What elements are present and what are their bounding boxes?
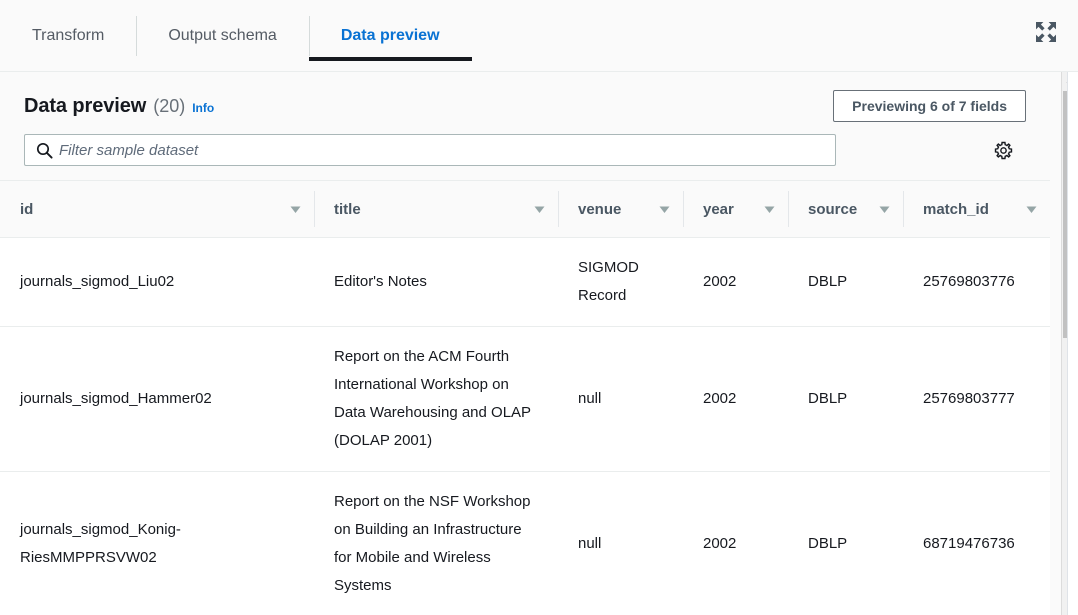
cell-venue: null [558, 472, 683, 615]
cell-title: Report on the ACM Fourth International W… [314, 327, 558, 472]
panel-right-edge [1067, 72, 1078, 615]
tab-transform[interactable]: Transform [0, 0, 136, 72]
preview-row-count: (20) [153, 96, 185, 117]
page-title-group: Data preview (20) Info [24, 95, 214, 118]
cell-source: DBLP [788, 472, 903, 615]
table-header: id title [0, 181, 1050, 238]
cell-venue: SIGMOD Record [558, 238, 683, 327]
preview-scroll-content: Data preview (20) Info Previewing 6 of 7… [0, 72, 1050, 615]
table-row[interactable]: journals_sigmod_Liu02 Editor's Notes SIG… [0, 238, 1050, 327]
filter-row [0, 122, 1050, 180]
column-header-title-label: title [334, 200, 361, 219]
table-row[interactable]: journals_sigmod_Konig-RiesMMPPRSVW02 Rep… [0, 472, 1050, 615]
info-link[interactable]: Info [192, 101, 214, 115]
table-row[interactable]: journals_sigmod_Hammer02 Report on the A… [0, 327, 1050, 472]
tab-bar: Transform Output schema Data preview [0, 0, 1078, 72]
tab-output-schema[interactable]: Output schema [136, 0, 309, 72]
cell-source: DBLP [788, 238, 903, 327]
gear-icon[interactable] [991, 138, 1015, 162]
column-header-title[interactable]: title [314, 181, 558, 238]
cell-match-id: 25769803777 [903, 327, 1050, 472]
search-input[interactable] [59, 135, 835, 165]
tab-data-preview[interactable]: Data preview [309, 0, 472, 72]
cell-year: 2002 [683, 238, 788, 327]
cell-id: journals_sigmod_Liu02 [0, 238, 314, 327]
sort-caret-down-icon[interactable] [533, 203, 546, 216]
cell-title: Report on the NSF Workshop on Building a… [314, 472, 558, 615]
sort-caret-down-icon[interactable] [289, 203, 302, 216]
column-header-match-id[interactable]: match_id [903, 181, 1050, 238]
column-header-id[interactable]: id [0, 181, 314, 238]
tab-list: Transform Output schema Data preview [0, 0, 472, 72]
page-title: Data preview [24, 95, 146, 118]
column-header-venue[interactable]: venue [558, 181, 683, 238]
search-icon [36, 142, 53, 159]
preview-panel-body: Data preview (20) Info Previewing 6 of 7… [0, 72, 1078, 615]
cell-source: DBLP [788, 327, 903, 472]
tab-data-preview-label: Data preview [341, 27, 440, 45]
cell-match-id: 68719476736 [903, 472, 1050, 615]
data-preview-table: id title [0, 180, 1050, 615]
cell-year: 2002 [683, 472, 788, 615]
cell-title: Editor's Notes [314, 238, 558, 327]
data-preview-panel: Transform Output schema Data preview [0, 0, 1078, 615]
data-table-wrap: id title [0, 180, 1050, 615]
column-header-match-id-label: match_id [923, 200, 989, 219]
cell-venue: null [558, 327, 683, 472]
table-body: journals_sigmod_Liu02 Editor's Notes SIG… [0, 238, 1050, 615]
sort-caret-down-icon[interactable] [763, 203, 776, 216]
preview-header-row: Data preview (20) Info Previewing 6 of 7… [0, 72, 1050, 122]
column-header-id-label: id [20, 200, 33, 219]
cell-id: journals_sigmod_Konig-RiesMMPPRSVW02 [0, 472, 314, 615]
sort-caret-down-icon[interactable] [1025, 203, 1038, 216]
column-header-year-label: year [703, 200, 734, 219]
column-header-source[interactable]: source [788, 181, 903, 238]
column-header-venue-label: venue [578, 200, 621, 219]
sort-caret-down-icon[interactable] [878, 203, 891, 216]
tab-output-schema-label: Output schema [168, 27, 277, 45]
column-header-source-label: source [808, 200, 857, 219]
tab-transform-label: Transform [32, 27, 104, 45]
column-header-year[interactable]: year [683, 181, 788, 238]
table-header-row: id title [0, 181, 1050, 238]
sort-caret-down-icon[interactable] [658, 203, 671, 216]
cell-match-id: 25769803776 [903, 238, 1050, 327]
cell-year: 2002 [683, 327, 788, 472]
search-box[interactable] [24, 134, 836, 166]
cell-id: journals_sigmod_Hammer02 [0, 327, 314, 472]
expand-arrows-icon[interactable] [1034, 20, 1058, 44]
previewing-fields-button[interactable]: Previewing 6 of 7 fields [833, 90, 1026, 122]
